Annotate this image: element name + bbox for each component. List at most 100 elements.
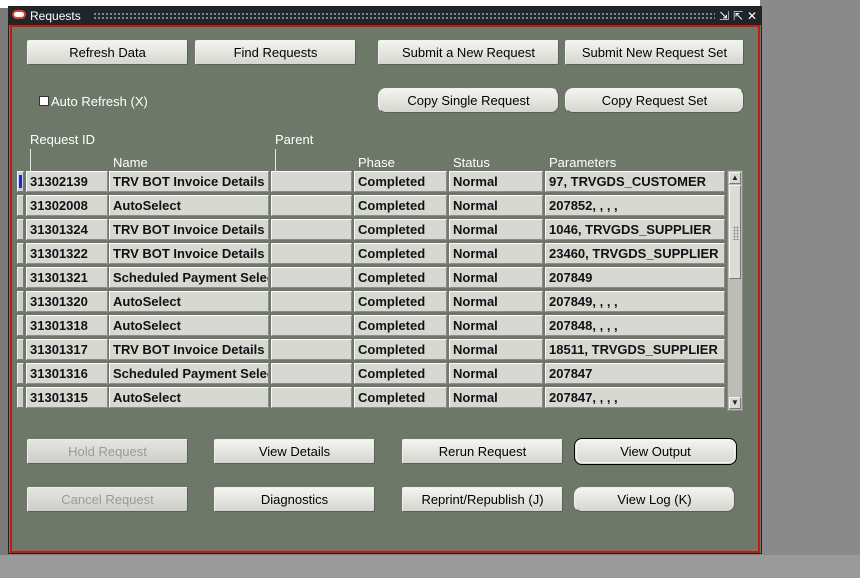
row-selector[interactable] [17,267,24,288]
cell-name[interactable]: TRV BOT Invoice Details [109,219,269,240]
row-selector[interactable] [17,363,24,384]
cell-status[interactable]: Normal [449,315,543,336]
row-selector[interactable] [17,339,24,360]
cell-status[interactable]: Normal [449,339,543,360]
cell-phase[interactable]: Completed [354,387,447,408]
cell-name[interactable]: TRV BOT Invoice Details [109,339,269,360]
cell-phase[interactable]: Completed [354,267,447,288]
view-log-button[interactable]: View Log (K) [574,487,735,512]
row-selector[interactable] [17,171,24,192]
table-scrollbar[interactable]: ▲ ▼ [727,170,743,411]
cell-name[interactable]: AutoSelect [109,195,269,216]
submit-new-request-button[interactable]: Submit a New Request [378,40,559,65]
cell-parameters[interactable]: 1046, TRVGDS_SUPPLIER [545,219,725,240]
cell-name[interactable]: AutoSelect [109,315,269,336]
cell-request-id[interactable]: 31301315 [26,387,108,408]
row-selector[interactable] [17,195,24,216]
cell-request-id[interactable]: 31301317 [26,339,108,360]
hold-request-button[interactable]: Hold Request [27,439,188,464]
cell-status[interactable]: Normal [449,219,543,240]
cell-phase[interactable]: Completed [354,219,447,240]
requests-window: Requests ⇲ ⇱ ✕ Refresh Data Find Request… [8,6,762,554]
view-details-button[interactable]: View Details [214,439,375,464]
cell-phase[interactable]: Completed [354,315,447,336]
cell-status[interactable]: Normal [449,195,543,216]
cell-status[interactable]: Normal [449,171,543,192]
cell-request-id[interactable]: 31302139 [26,171,108,192]
desktop-bottom-area [0,555,860,578]
row-selector[interactable] [17,219,24,240]
scroll-down-arrow-icon[interactable]: ▼ [729,397,741,409]
cell-name[interactable]: TRV BOT Invoice Details [109,243,269,264]
desktop-background [760,0,860,578]
cell-phase[interactable]: Completed [354,171,447,192]
scroll-thumb[interactable] [729,185,741,279]
rerun-request-button[interactable]: Rerun Request [402,439,563,464]
diagnostics-button[interactable]: Diagnostics [214,487,375,512]
cell-parent[interactable] [271,219,352,240]
cell-parameters[interactable]: 207847, , , , [545,387,725,408]
cell-request-id[interactable]: 31301324 [26,219,108,240]
header-request-id: Request ID [30,132,96,147]
cell-parameters[interactable]: 97, TRVGDS_CUSTOMER [545,171,725,192]
cell-parameters[interactable]: 18511, TRVGDS_SUPPLIER [545,339,725,360]
close-icon[interactable]: ✕ [745,7,759,25]
header-divider [275,149,276,171]
reprint-republish-button[interactable]: Reprint/Republish (J) [402,487,563,512]
view-output-button[interactable]: View Output [574,438,737,465]
cell-request-id[interactable]: 31301321 [26,267,108,288]
cell-phase[interactable]: Completed [354,339,447,360]
cell-parent[interactable] [271,363,352,384]
cell-name[interactable]: AutoSelect [109,387,269,408]
cell-parent[interactable] [271,291,352,312]
cancel-request-button[interactable]: Cancel Request [27,487,188,512]
title-bar[interactable]: Requests ⇲ ⇱ ✕ [9,7,761,25]
minimize-icon[interactable]: ⇲ [717,7,731,25]
cell-parent[interactable] [271,195,352,216]
cell-phase[interactable]: Completed [354,243,447,264]
cell-status[interactable]: Normal [449,243,543,264]
scroll-up-arrow-icon[interactable]: ▲ [729,172,741,184]
cell-request-id[interactable]: 31302008 [26,195,108,216]
cell-parameters[interactable]: 207847 [545,363,725,384]
refresh-data-button[interactable]: Refresh Data [27,40,188,65]
cell-request-id[interactable]: 31301318 [26,315,108,336]
maximize-icon[interactable]: ⇱ [731,7,745,25]
row-selector[interactable] [17,243,24,264]
cell-name[interactable]: TRV BOT Invoice Details [109,171,269,192]
title-bar-grip [93,12,715,20]
cell-parameters[interactable]: 207849, , , , [545,291,725,312]
cell-request-id[interactable]: 31301322 [26,243,108,264]
cell-status[interactable]: Normal [449,387,543,408]
cell-name[interactable]: AutoSelect [109,291,269,312]
cell-phase[interactable]: Completed [354,363,447,384]
cell-parent[interactable] [271,339,352,360]
find-requests-button[interactable]: Find Requests [195,40,356,65]
cell-parameters[interactable]: 207848, , , , [545,315,725,336]
row-selector[interactable] [17,315,24,336]
cell-parent[interactable] [271,267,352,288]
cell-parent[interactable] [271,243,352,264]
submit-new-request-set-button[interactable]: Submit New Request Set [565,40,744,65]
cell-request-id[interactable]: 31301320 [26,291,108,312]
row-selector[interactable] [17,291,24,312]
copy-request-set-button[interactable]: Copy Request Set [565,88,744,113]
cell-request-id[interactable]: 31301316 [26,363,108,384]
cell-status[interactable]: Normal [449,267,543,288]
copy-single-request-button[interactable]: Copy Single Request [378,88,559,113]
cell-parent[interactable] [271,387,352,408]
auto-refresh-checkbox-box[interactable] [39,96,49,106]
cell-parameters[interactable]: 23460, TRVGDS_SUPPLIER [545,243,725,264]
cell-status[interactable]: Normal [449,363,543,384]
cell-name[interactable]: Scheduled Payment Selection Report [109,363,269,384]
cell-name[interactable]: Scheduled Payment Selection Report [109,267,269,288]
row-selector[interactable] [17,387,24,408]
cell-parent[interactable] [271,171,352,192]
cell-phase[interactable]: Completed [354,291,447,312]
oracle-logo-icon [12,10,26,19]
cell-phase[interactable]: Completed [354,195,447,216]
cell-parameters[interactable]: 207849 [545,267,725,288]
cell-parameters[interactable]: 207852, , , , [545,195,725,216]
cell-parent[interactable] [271,315,352,336]
cell-status[interactable]: Normal [449,291,543,312]
